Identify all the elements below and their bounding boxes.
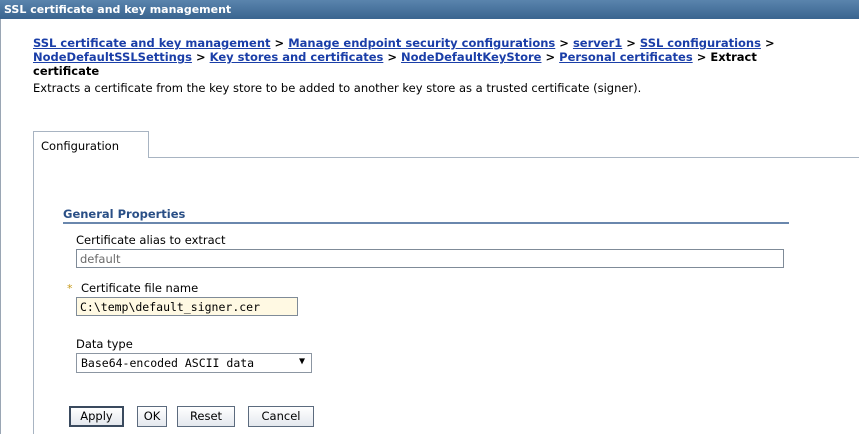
data-type-select[interactable]: Base64-encoded ASCII data ▼ [76, 353, 312, 373]
breadcrumb-link-node-default-keystore[interactable]: NodeDefaultKeyStore [401, 50, 541, 64]
breadcrumb-separator: > [559, 36, 569, 50]
breadcrumb-link-keystores[interactable]: Key stores and certificates [210, 50, 384, 64]
breadcrumb-separator: > [274, 36, 285, 50]
reset-button[interactable]: Reset [177, 406, 235, 427]
ok-button[interactable]: OK [137, 406, 167, 427]
breadcrumb-link-ssl-management[interactable]: SSL certificate and key management [33, 36, 271, 50]
breadcrumb-separator: > [195, 50, 206, 64]
data-type-label: Data type [76, 337, 133, 351]
apply-button[interactable]: Apply [69, 406, 124, 427]
required-marker-icon: * [67, 282, 73, 295]
cancel-button[interactable]: Cancel [248, 406, 314, 427]
chevron-down-icon: ▼ [298, 356, 305, 367]
breadcrumb-line-2: NodeDefaultSSLSettings > Key stores and … [33, 50, 859, 64]
breadcrumb-link-ssl-configurations[interactable]: SSL configurations [640, 36, 761, 50]
page-description: Extracts a certificate from the key stor… [33, 81, 642, 95]
breadcrumb-link-server1[interactable]: server1 [573, 36, 622, 50]
breadcrumb-line-3: certificate [33, 64, 859, 78]
breadcrumb-separator: > [764, 36, 775, 50]
alias-field [76, 249, 784, 268]
file-name-input[interactable] [76, 297, 298, 316]
data-type-value: Base64-encoded ASCII data [81, 356, 255, 370]
frame-border [0, 19, 1, 434]
section-divider [63, 222, 789, 224]
breadcrumb: SSL certificate and key management > Man… [33, 36, 859, 78]
panel-border [33, 157, 34, 434]
breadcrumb-link-personal-certificates[interactable]: Personal certificates [559, 50, 693, 64]
section-title: General Properties [63, 207, 186, 221]
window-title: SSL certificate and key management [0, 0, 859, 19]
file-name-label: Certificate file name [81, 281, 199, 295]
breadcrumb-separator: > [696, 50, 707, 64]
breadcrumb-separator: > [626, 36, 636, 50]
breadcrumb-separator: > [545, 50, 556, 64]
breadcrumb-link-node-default-ssl[interactable]: NodeDefaultSSLSettings [33, 50, 192, 64]
tab-configuration[interactable]: Configuration [33, 131, 149, 158]
alias-label: Certificate alias to extract [76, 233, 226, 247]
tab-divider [148, 157, 859, 158]
breadcrumb-line-1: SSL certificate and key management > Man… [33, 36, 859, 50]
breadcrumb-separator: > [387, 50, 398, 64]
breadcrumb-current-cont: certificate [33, 64, 100, 78]
breadcrumb-link-endpoint-configs[interactable]: Manage endpoint security configurations [288, 36, 555, 50]
breadcrumb-current: Extract [710, 50, 757, 64]
